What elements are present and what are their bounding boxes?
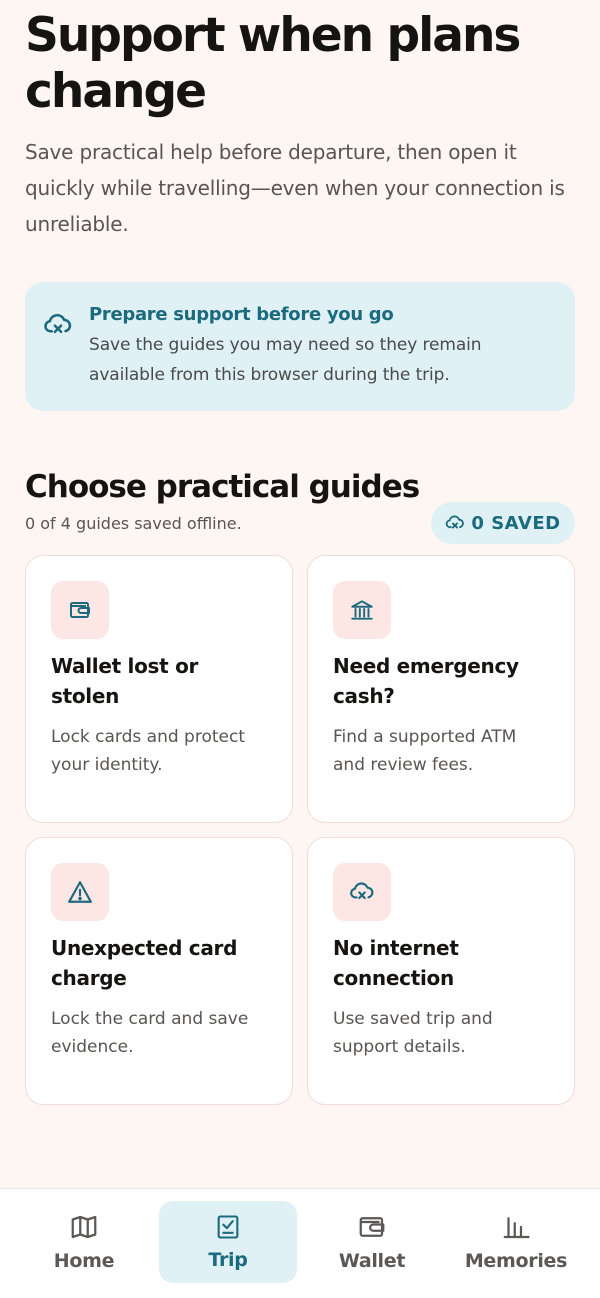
guides-header: Choose practical guides 0 of 4 guides sa… (25, 467, 575, 557)
nav-label: Home (53, 1250, 115, 1272)
nav-label: Memories (464, 1250, 568, 1272)
section-title: Choose practical guides (25, 469, 420, 505)
nav-trip[interactable]: Trip (159, 1201, 297, 1283)
cloud-offline-icon (333, 863, 391, 921)
cloud-offline-icon (43, 300, 73, 411)
notice-body: Save the guides you may need so they rem… (89, 335, 482, 385)
guide-title: Wallet lost or stolen (51, 654, 199, 708)
wallet-icon (357, 1212, 387, 1242)
page-subtitle: Save practical help before departure, th… (25, 140, 565, 236)
nav-label: Wallet (338, 1250, 406, 1272)
guide-title: Unexpected card charge (51, 936, 238, 990)
page-title: Support when plans change (25, 8, 521, 119)
guide-description: Use saved trip and support details. (333, 1009, 493, 1057)
guide-card-emergency-cash[interactable]: Need emergency cash? Find a supported AT… (307, 555, 575, 823)
guides-grid: Wallet lost or stolen Lock cards and pro… (25, 555, 575, 1105)
nav-label: Trip (208, 1249, 248, 1271)
guide-description: Lock cards and protect your identity. (51, 727, 246, 775)
guide-description: Find a supported ATM and review fees. (333, 727, 517, 775)
saved-badge: 0 SAVED (431, 502, 575, 544)
bank-icon (333, 581, 391, 639)
checklist-icon (214, 1213, 242, 1241)
bar-chart-icon (501, 1212, 531, 1242)
bottom-nav: Home Trip Wallet Memories (0, 1188, 600, 1298)
nav-wallet[interactable]: Wallet (303, 1201, 441, 1283)
guide-title: No internet connection (333, 936, 459, 990)
cloud-offline-icon (445, 513, 465, 533)
guide-card-no-internet[interactable]: No internet connection Use saved trip an… (307, 837, 575, 1105)
guide-card-wallet-lost[interactable]: Wallet lost or stolen Lock cards and pro… (25, 555, 293, 823)
nav-memories[interactable]: Memories (447, 1201, 585, 1283)
page: Support when plans change Save practical… (0, 0, 600, 1105)
guide-description: Lock the card and save evidence. (51, 1009, 249, 1057)
guide-card-unexpected-charge[interactable]: Unexpected card charge Lock the card and… (25, 837, 293, 1105)
guide-title: Need emergency cash? (333, 654, 519, 708)
wallet-icon (51, 581, 109, 639)
saved-badge-label: 0 SAVED (471, 512, 561, 534)
nav-home[interactable]: Home (15, 1201, 153, 1283)
prepare-notice: Prepare support before you go Save the g… (25, 282, 575, 411)
map-icon (69, 1212, 99, 1242)
warning-icon (51, 863, 109, 921)
notice-title: Prepare support before you go (89, 304, 394, 325)
